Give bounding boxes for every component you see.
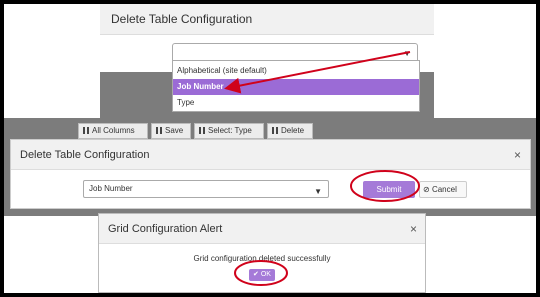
ok-highlight-circle [234,260,288,286]
screenshot-frame: Delete Table Configuration ▼ Alphabetica… [4,4,536,293]
annotation-arrow [224,51,411,94]
submit-highlight-circle [350,170,420,202]
annotation-overlay [224,51,420,286]
